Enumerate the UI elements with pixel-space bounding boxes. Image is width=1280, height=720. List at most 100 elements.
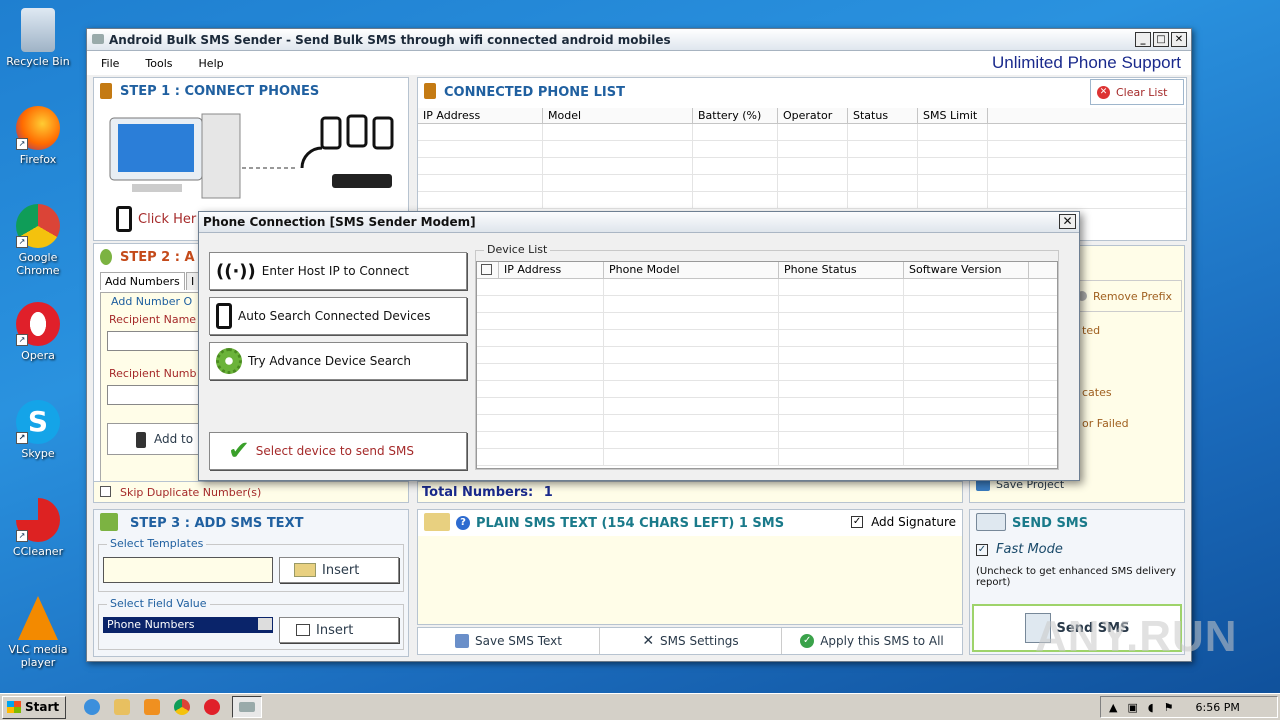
clock[interactable]: 6:56 PM [1196, 701, 1240, 714]
close-button[interactable]: ✕ [1171, 32, 1187, 47]
help-icon: ? [456, 516, 470, 530]
advance-search-button[interactable]: Try Advance Device Search [209, 342, 467, 380]
auto-search-button[interactable]: Auto Search Connected Devices [209, 297, 467, 335]
col-ip-address[interactable]: IP Address [499, 262, 604, 278]
chrome-icon: ↗ [16, 204, 60, 248]
desktop-icon-vlc[interactable]: VLC media player [0, 596, 76, 669]
opera-icon: ↗ [16, 302, 60, 346]
add-number-icon [100, 249, 112, 265]
media-player-icon[interactable] [144, 699, 161, 715]
minimize-button[interactable]: _ [1135, 32, 1151, 47]
sms-text-area[interactable] [418, 536, 962, 624]
remove-prefix-button[interactable]: Remove Prefix [1072, 280, 1182, 312]
select-device-button[interactable]: ✔ Select device to send SMS [209, 432, 467, 470]
table-row [477, 313, 1057, 330]
device-list-table: IP Address Phone Model Phone Status Soft… [476, 261, 1058, 469]
clear-list-button[interactable]: ✕ Clear List [1090, 79, 1184, 105]
start-button[interactable]: Start [2, 695, 67, 719]
desktop-icon-opera[interactable]: ↗ Opera [0, 302, 76, 362]
col-battery[interactable]: Battery (%) [693, 108, 778, 123]
col-operator[interactable]: Operator [778, 108, 848, 123]
fast-mode-checkbox[interactable]: ✓ [976, 543, 988, 556]
col-sms-limit[interactable]: SMS Limit [918, 108, 988, 123]
taskbar: Start ▲ ▣ ◖ ⚑ 6:56 PM [0, 693, 1280, 720]
add-number-group-label: Add Number O [111, 295, 193, 308]
menu-help[interactable]: Help [199, 57, 224, 70]
add-signature-checkbox[interactable]: ✓ [851, 516, 864, 528]
desktop-icon-recycle-bin[interactable]: Recycle Bin [0, 8, 76, 68]
vlc-icon [18, 596, 58, 640]
field-value-group: Select Field Value Phone Numbers Insert [98, 597, 404, 650]
menu-file[interactable]: File [101, 57, 119, 70]
table-row [477, 432, 1057, 449]
window-titlebar[interactable]: Android Bulk SMS Sender - Send Bulk SMS … [87, 29, 1191, 51]
field-value-select[interactable]: Phone Numbers [103, 617, 273, 633]
click-here-button[interactable]: Click Her [116, 206, 196, 232]
col-phone-status[interactable]: Phone Status [779, 262, 904, 278]
device-list-group: Device List IP Address Phone Model Phone… [475, 243, 1059, 470]
app-icon [92, 34, 104, 44]
tab-add-numbers[interactable]: Add Numbers [100, 272, 185, 290]
option-text-1[interactable]: ted [1082, 324, 1100, 337]
sms-settings-button[interactable]: ✕ SMS Settings [600, 628, 782, 654]
fast-mode-toggle[interactable]: ✓ Fast Mode [976, 542, 1063, 557]
option-text-3[interactable]: or Failed [1082, 417, 1129, 430]
tray-expand-icon[interactable]: ▲ [1109, 701, 1117, 714]
recycle-bin-icon [21, 8, 55, 52]
phone-list-icon [424, 83, 436, 99]
desktop-icon-skype[interactable]: S ↗ Skype [0, 400, 76, 460]
dialog-titlebar[interactable]: Phone Connection [SMS Sender Modem] ✕ [199, 212, 1079, 233]
chrome-taskbar-icon[interactable] [174, 699, 191, 715]
connected-list-title: CONNECTED PHONE LIST [444, 84, 625, 100]
desktop-icon-firefox[interactable]: ↗ Firefox [0, 106, 76, 166]
total-numbers-value: 1 [543, 485, 553, 500]
insert-field-button[interactable]: Insert [279, 617, 399, 643]
table-row [477, 381, 1057, 398]
save-sms-text-button[interactable]: Save SMS Text [418, 628, 600, 654]
desktop-icon-chrome[interactable]: ↗ Google Chrome [0, 204, 76, 277]
col-phone-model[interactable]: Phone Model [604, 262, 779, 278]
table-row [477, 330, 1057, 347]
volume-icon[interactable]: ◖ [1148, 701, 1154, 714]
apply-sms-all-button[interactable]: ✓ Apply this SMS to All [782, 628, 962, 654]
phone-signal-icon [216, 303, 232, 329]
gear-icon [216, 348, 242, 374]
enter-host-ip-button[interactable]: ((·)) Enter Host IP to Connect [209, 252, 467, 290]
firefox-icon: ↗ [16, 106, 60, 150]
checkmark-icon: ✔ [228, 436, 250, 466]
skip-duplicate-checkbox[interactable] [100, 486, 111, 497]
option-text-2[interactable]: cates [1082, 386, 1112, 399]
windows-logo-icon [7, 701, 21, 713]
add-signature-toggle[interactable]: ✓ Add Signature [851, 515, 956, 529]
select-all-checkbox[interactable] [481, 264, 492, 275]
col-model[interactable]: Model [543, 108, 693, 123]
flag-icon[interactable]: ⚑ [1164, 701, 1174, 714]
menu-tools[interactable]: Tools [145, 57, 172, 70]
col-select-all [477, 262, 499, 278]
ie-icon[interactable] [84, 699, 101, 715]
sms-text-panel: ? PLAIN SMS TEXT (154 CHARS LEFT) 1 SMS … [417, 509, 963, 625]
col-software-version[interactable]: Software Version [904, 262, 1029, 278]
templates-group: Select Templates Insert [98, 537, 404, 592]
dialog-close-button[interactable]: ✕ [1059, 214, 1076, 229]
col-ip-address[interactable]: IP Address [418, 108, 543, 123]
templates-select[interactable] [103, 557, 273, 583]
notepad-pencil-icon [424, 513, 450, 531]
total-numbers-label: Total Numbers: [422, 485, 534, 500]
tools-icon: ✕ [642, 633, 655, 649]
maximize-button[interactable]: □ [1153, 32, 1169, 47]
col-status[interactable]: Status [848, 108, 918, 123]
ccleaner-icon: ↗ [16, 498, 60, 542]
opera-taskbar-icon[interactable] [204, 699, 221, 715]
skype-icon: S ↗ [16, 400, 60, 444]
spinner-icon [258, 618, 272, 630]
desktop-icon-ccleaner[interactable]: ↗ CCleaner [0, 498, 76, 558]
table-row [418, 158, 1186, 175]
save-text-icon [455, 634, 470, 648]
phone-wifi-icon [116, 206, 132, 232]
network-icon[interactable]: ▣ [1127, 701, 1137, 714]
insert-template-button[interactable]: Insert [279, 557, 399, 583]
connect-phones-illustration [109, 113, 394, 199]
explorer-icon[interactable] [114, 699, 131, 715]
sms-sender-taskbar-button[interactable] [232, 696, 263, 718]
